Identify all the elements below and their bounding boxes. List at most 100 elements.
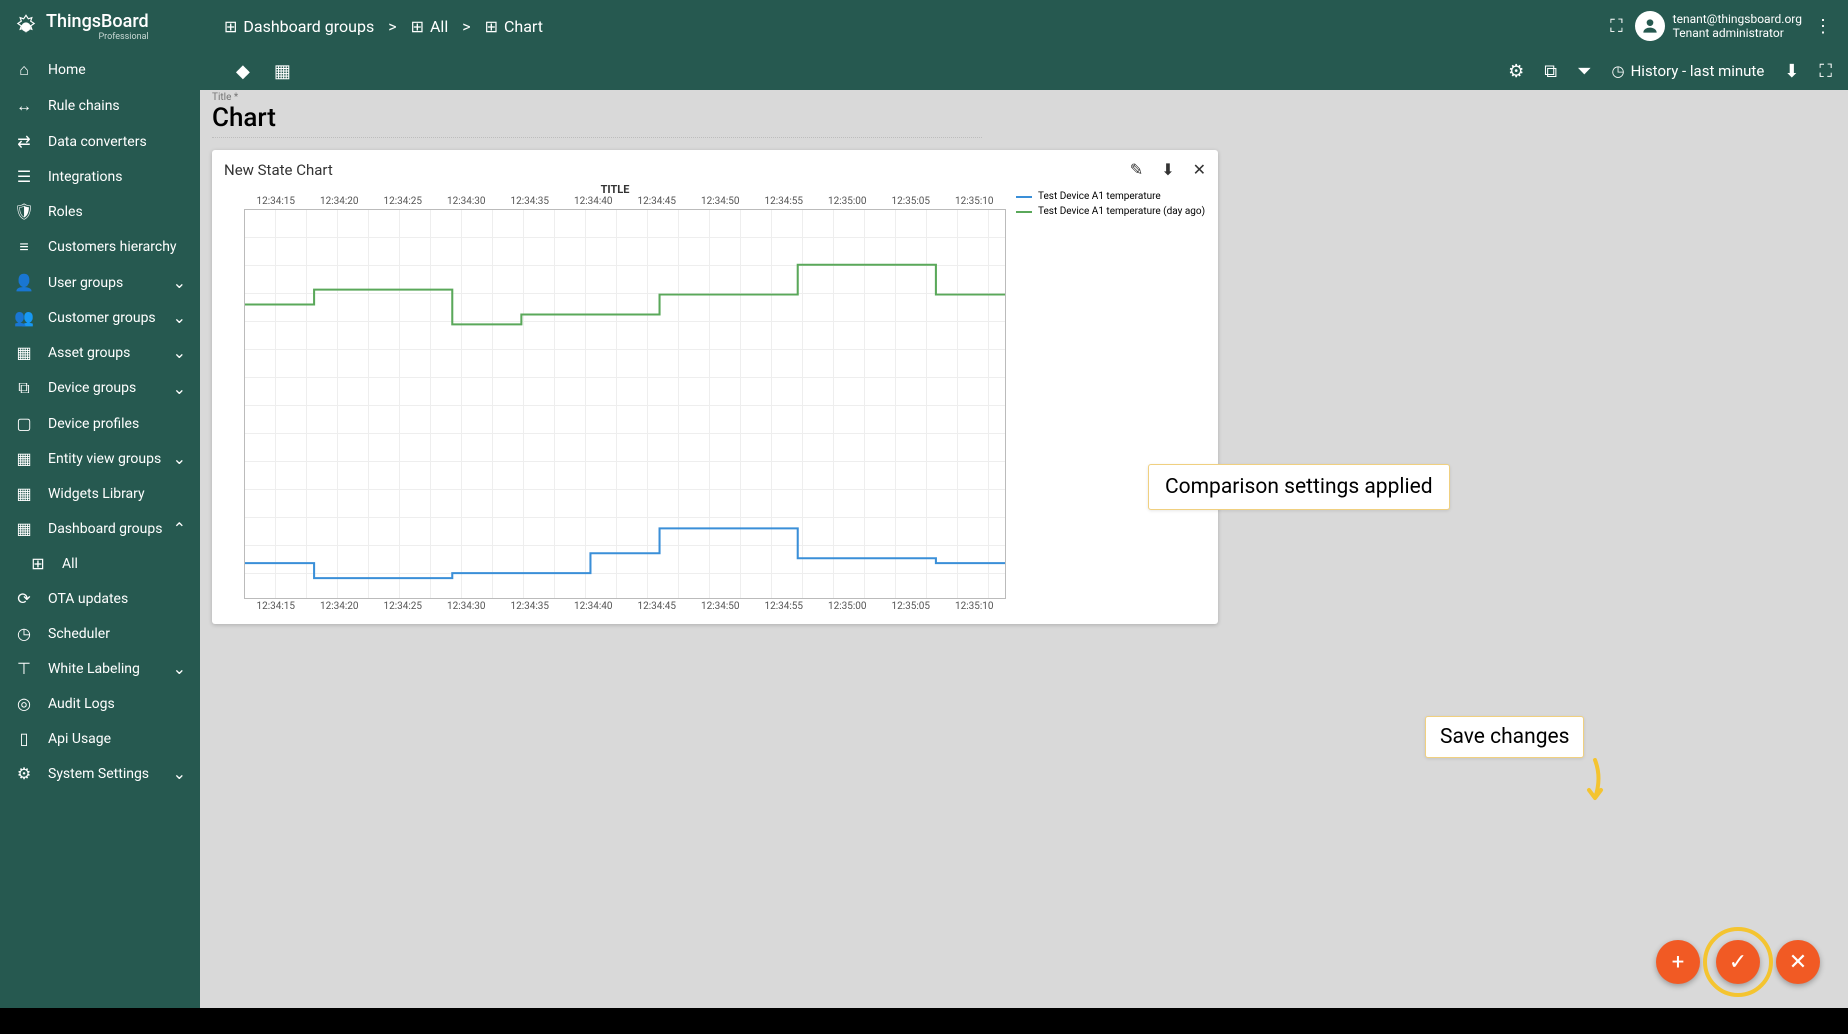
sidebar-item-rule-chains[interactable]: ↔Rule chains [0,88,200,124]
header: ⊞Dashboard groups>⊞All>⊞Chart ⛶ tenant@t… [200,0,1848,52]
user-menu[interactable]: tenant@thingsboard.org Tenant administra… [1635,11,1802,41]
logo[interactable]: ThingsBoard Professional [0,0,200,52]
arrow-icon [1580,758,1610,817]
entity-aliases-icon[interactable]: ⧉ [1544,61,1557,82]
chevron-icon: ⌄ [173,343,186,362]
title-field[interactable]: Title * Chart [200,90,1848,138]
chevron-icon: ⌄ [173,273,186,292]
legend-swatch [1016,211,1032,213]
tick-label: 12:34:55 [752,196,816,207]
breadcrumb-item[interactable]: ⊞Dashboard groups [224,17,374,36]
sidebar-item-entity-view-groups[interactable]: ▦Entity view groups⌄ [0,441,200,476]
toolbar: ◆ ▦ ⚙ ⧉ ⏷ ◷ History - last minute ⬇ ⛶ [200,52,1848,90]
nav-label: Device profiles [48,416,139,432]
tick-label: 12:34:40 [562,601,626,612]
callout-save: Save changes [1425,716,1584,758]
settings-icon[interactable]: ⚙ [1508,61,1524,82]
more-icon[interactable]: ⋮ [1814,16,1832,37]
sidebar-item-customers-hierarchy[interactable]: ≡Customers hierarchy [0,229,200,265]
dashboard-icon: ⊞ [411,17,424,36]
nav-label: All [62,556,78,572]
nav-label: Customer groups [48,310,156,326]
sidebar-item-dashboard-groups[interactable]: ▦Dashboard groups⌃ [0,511,200,546]
fullscreen-icon[interactable]: ⛶ [1610,16,1623,37]
history-label: History - last minute [1631,62,1765,80]
title-value: Chart [212,103,982,138]
sidebar-item-asset-groups[interactable]: ▦Asset groups⌄ [0,335,200,370]
sidebar-item-data-converters[interactable]: ⇄Data converters [0,124,200,159]
sidebar-item-roles[interactable]: 🛡Roles [0,194,200,229]
chevron-icon: ⌃ [173,519,186,538]
expand-icon[interactable]: ⛶ [1819,61,1832,82]
nav-label: Home [48,62,86,78]
chart-lines [245,210,1005,598]
canvas: Title * Chart New State Chart ✎ ⬇ ✕ TITL… [200,90,1848,1008]
sidebar-item-device-profiles[interactable]: ▢ Device profiles [0,406,200,441]
download-icon[interactable]: ⬇ [1784,61,1799,82]
legend-item[interactable]: Test Device A1 temperature (day ago) [1016,206,1206,217]
nav-icon: ≡ [14,237,34,257]
logo-icon [12,13,40,41]
tick-label: 12:35:10 [943,601,1007,612]
legend: Test Device A1 temperature Test Device A1… [1006,183,1206,612]
sidebar-item-scheduler[interactable]: ◷Scheduler [0,616,200,651]
nav-label: White Labeling [48,661,140,677]
nav-label: User groups [48,275,123,291]
sidebar-item-user-groups[interactable]: 👤 User groups ⌄ [0,265,200,300]
breadcrumb-item[interactable]: ⊞Chart [485,17,543,36]
sidebar-item-system-settings[interactable]: ⚙System Settings⌄ [0,756,200,791]
sidebar-item-integrations[interactable]: ☰Integrations [0,159,200,194]
sidebar-item-home[interactable]: ⌂ Home [0,52,200,88]
sidebar-item-audit-logs[interactable]: ◎Audit Logs [0,686,200,721]
edit-icon[interactable]: ✎ [1130,160,1143,179]
nav-icon: ▢ [14,414,34,433]
nav-icon: ⧉ [14,378,34,398]
breadcrumb-separator: > [388,17,396,36]
tick-label: 12:34:20 [308,196,372,207]
nav-icon: 👤 [14,273,34,292]
time-window[interactable]: ◷ History - last minute [1612,62,1765,80]
sidebar-item-widgets-library[interactable]: ▦Widgets Library [0,476,200,511]
filter-icon[interactable]: ⏷ [1577,61,1591,82]
nav-icon: ◎ [14,694,34,713]
axis-top: 12:34:1512:34:2012:34:2512:34:3012:34:35… [224,196,1006,209]
chevron-icon: ⌄ [173,659,186,678]
nav-icon: ⊤ [14,659,34,678]
brand-name: ThingsBoard [46,13,149,31]
brand-edition: Professional [98,33,148,42]
user-email: tenant@thingsboard.org [1673,12,1802,26]
nav-icon: ⇄ [14,132,34,151]
nav-icon: ☰ [14,167,34,186]
tick-label: 12:34:45 [625,601,689,612]
dashboard-icon: ⊞ [485,17,498,36]
legend-item[interactable]: Test Device A1 temperature [1016,191,1206,202]
layers-icon[interactable]: ◆ [236,61,250,82]
grid-icon[interactable]: ▦ [274,61,291,82]
sidebar-item-all[interactable]: ⊞ All [0,546,200,581]
fab-row: + ✓ ✕ [1656,940,1820,984]
chevron-icon: ⌄ [173,308,186,327]
breadcrumb-item[interactable]: ⊞All [411,17,449,36]
sidebar-item-api-usage[interactable]: ▯Api Usage [0,721,200,756]
close-icon[interactable]: ✕ [1193,160,1206,179]
tick-label: 12:34:30 [435,196,499,207]
sidebar: ThingsBoard Professional ⌂ Home ↔Rule chai… [0,0,200,1008]
nav-label: Api Usage [48,731,111,747]
nav-list: ⌂ Home ↔Rule chains⇄Data converters☰Integr… [0,52,200,791]
add-button[interactable]: + [1656,940,1700,984]
nav-icon: ▦ [14,343,34,362]
chart-widget[interactable]: New State Chart ✎ ⬇ ✕ TITLE 12:34:1512:3… [212,150,1218,624]
cancel-button[interactable]: ✕ [1776,940,1820,984]
nav-icon: ⌂ [14,60,34,80]
nav-icon: ▦ [14,484,34,503]
sidebar-item-customer-groups[interactable]: 👥Customer groups⌄ [0,300,200,335]
sidebar-item-device-groups[interactable]: ⧉Device groups⌄ [0,370,200,406]
sidebar-item-white-labeling[interactable]: ⊤ White Labeling ⌄ [0,651,200,686]
nav-icon: ⊞ [28,554,48,573]
apply-button[interactable]: ✓ [1716,940,1760,984]
widget-download-icon[interactable]: ⬇ [1161,160,1174,179]
nav-icon: 🛡 [14,202,34,221]
sidebar-item-ota-updates[interactable]: ⟳OTA updates [0,581,200,616]
user-role: Tenant administrator [1673,26,1802,40]
nav-label: OTA updates [48,591,128,607]
